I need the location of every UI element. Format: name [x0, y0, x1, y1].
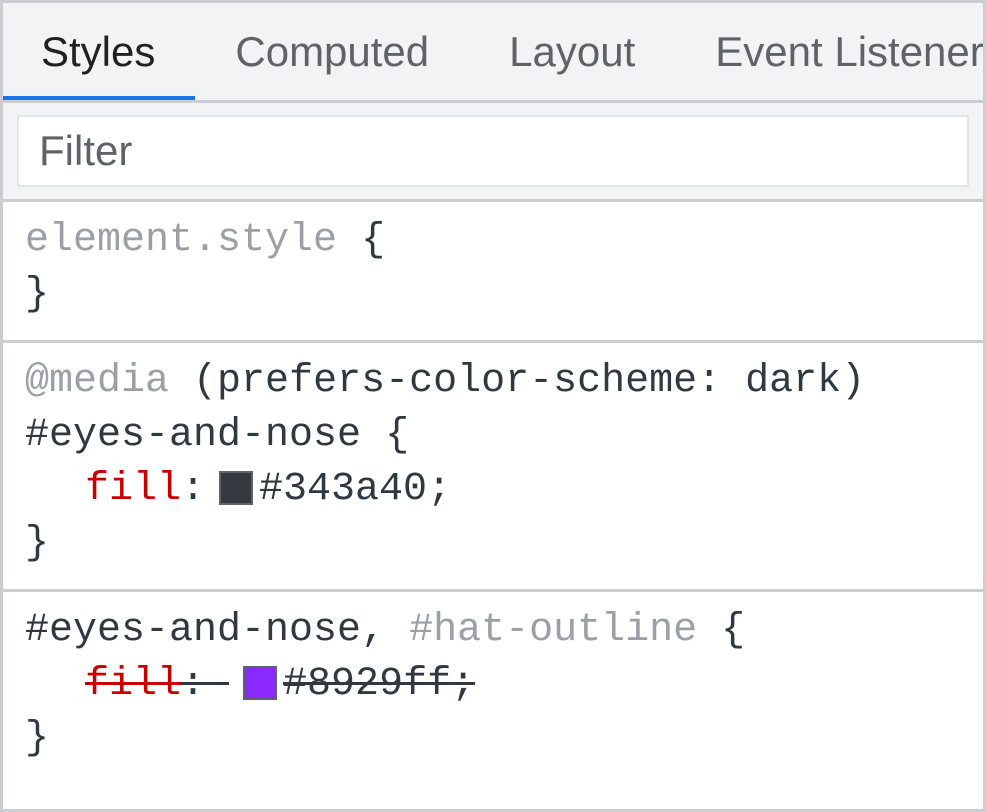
tab-event-listeners[interactable]: Event Listeners	[675, 3, 983, 100]
selector-active: #eyes-and-nose	[25, 608, 361, 653]
tab-styles[interactable]: Styles	[3, 3, 195, 100]
brace-close: }	[25, 268, 961, 322]
selector: element.style	[25, 218, 337, 263]
tab-bar: Styles Computed Layout Event Listeners	[3, 3, 983, 103]
brace-close: }	[25, 517, 961, 571]
media-keyword: @media	[25, 359, 169, 404]
rule-element-style[interactable]: element.style { }	[3, 202, 983, 343]
filter-row	[3, 103, 983, 202]
tab-computed[interactable]: Computed	[195, 3, 469, 100]
property-value: #343a40	[259, 463, 427, 517]
selector-inactive: #hat-outline	[409, 608, 697, 653]
selector-line: #eyes-and-nose {	[25, 409, 961, 463]
property-name: fill	[85, 658, 181, 712]
declaration[interactable]: fill: #343a40;	[25, 463, 961, 517]
rule-eyes-hat[interactable]: #eyes-and-nose, #hat-outline { fill: #89…	[3, 592, 983, 784]
brace-close: }	[25, 712, 961, 766]
rule-media-dark[interactable]: @media (prefers-color-scheme: dark) #eye…	[3, 343, 983, 592]
rules-list: element.style { } @media (prefers-color-…	[3, 202, 983, 809]
selector: #eyes-and-nose	[25, 413, 361, 458]
selector-line: #eyes-and-nose, #hat-outline {	[25, 604, 961, 658]
color-swatch-icon[interactable]	[243, 666, 277, 700]
color-swatch-icon[interactable]	[219, 471, 253, 505]
media-query: @media (prefers-color-scheme: dark)	[25, 355, 961, 409]
property-name: fill	[85, 463, 181, 517]
declaration-overridden[interactable]: fill: #8929ff;	[25, 658, 961, 712]
filter-input[interactable]	[17, 115, 969, 187]
tab-layout[interactable]: Layout	[469, 3, 675, 100]
styles-panel: Styles Computed Layout Event Listeners e…	[0, 0, 986, 812]
property-value: #8929ff	[283, 658, 451, 712]
media-condition: (prefers-color-scheme: dark)	[193, 359, 865, 404]
